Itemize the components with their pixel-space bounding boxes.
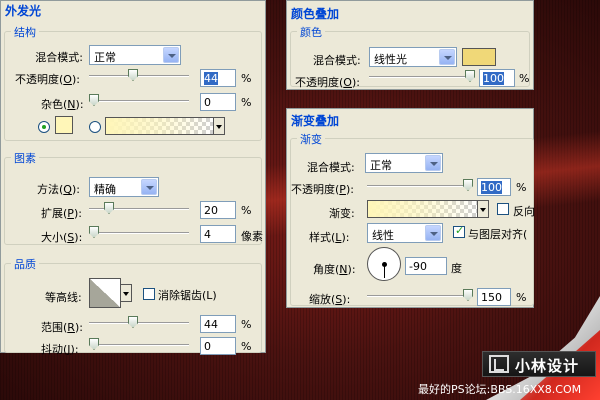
slider-thumb[interactable] [463,179,473,191]
unit-percent: % [519,72,530,85]
reverse-checkbox[interactable] [497,203,509,215]
size-slider[interactable] [89,225,189,241]
outer-glow-title: 外发光 [5,4,42,18]
size-label: 大小(S): [41,231,83,244]
blend-mode-select[interactable]: 线性光 [369,47,457,67]
spread-slider[interactable] [89,201,189,217]
slider-thumb[interactable] [89,94,99,106]
gradient-label: 渐变: [329,207,355,220]
scale-slider[interactable] [367,288,473,304]
solid-color-radio[interactable] [38,121,50,133]
chevron-down-icon [141,179,157,195]
logo-box: 小林设计 [482,351,596,377]
chevron-down-icon[interactable] [477,200,489,218]
jitter-label: 抖动(J): [41,343,79,356]
jitter-input[interactable]: 0 [200,337,236,355]
gradient-overlay-panel: 渐变叠加 渐变 混合模式: 正常 不透明度(P): 100 % 渐变: 反向 样… [286,108,535,308]
opacity-input[interactable]: 100 [477,178,511,196]
chevron-down-icon [425,225,441,241]
blend-mode-select[interactable]: 正常 [365,153,443,173]
blend-mode-label: 混合模式: [35,51,83,64]
chevron-down-icon [425,155,441,171]
blend-mode-label: 混合模式: [313,54,361,67]
size-input[interactable]: 4 [200,225,236,243]
chevron-down-icon [163,47,179,63]
style-label: 样式(L): [309,231,350,244]
contour-label: 等高线: [45,291,82,304]
unit-pixels: 像素 [241,230,263,243]
blend-mode-label: 混合模式: [307,161,355,174]
range-slider[interactable] [89,315,189,331]
opacity-label: 不透明度(O): [15,73,80,86]
opacity-label: 不透明度(O): [295,76,360,89]
slider-thumb[interactable] [89,226,99,238]
slider-thumb[interactable] [463,289,473,301]
opacity-input[interactable]: 44 [200,69,236,87]
color-overlay-title: 颜色叠加 [291,7,340,21]
anti-alias-checkbox[interactable] [143,288,155,300]
chevron-down-icon[interactable] [213,117,225,135]
unit-percent: % [241,96,252,109]
angle-dial[interactable] [367,247,401,281]
align-with-layer-label: 与图层对齐( [468,228,528,241]
unit-percent: % [241,72,252,85]
spread-input[interactable]: 20 [200,201,236,219]
color-overlay-panel: 颜色叠加 颜色 混合模式: 线性光 不透明度(O): 100 % [286,0,534,90]
gradient-group-title: 渐变 [297,131,325,147]
contour-preview[interactable] [89,278,121,308]
structure-title: 结构 [11,24,39,40]
unit-percent: % [241,340,252,353]
anti-alias-label: 消除锯齿(L) [158,289,217,302]
outer-glow-panel: 外发光 结构 混合模式: 正常 不透明度(O): 44 % 杂色(N): 0 %… [0,0,266,356]
scale-label: 缩放(S): [309,293,351,306]
glow-color-swatch[interactable] [55,116,73,134]
slider-thumb[interactable] [465,70,475,82]
overlay-color-swatch[interactable] [462,48,496,66]
noise-input[interactable]: 0 [200,93,236,111]
gradient-bar[interactable] [367,200,479,218]
scale-input[interactable]: 150 [477,288,511,306]
style-select[interactable]: 线性 [367,223,443,243]
opacity-input[interactable]: 100 [479,69,515,87]
method-label: 方法(Q): [37,183,80,196]
unit-percent: % [241,318,252,331]
noise-slider[interactable] [89,93,189,109]
gradient-overlay-title: 渐变叠加 [291,114,340,128]
unit-percent: % [516,181,527,194]
chevron-down-icon[interactable] [120,284,132,302]
unit-percent: % [516,291,527,304]
elements-title: 图素 [11,150,39,166]
logo-text: 小林设计 [515,357,580,375]
glow-gradient-bar[interactable] [105,117,215,135]
jitter-slider[interactable] [89,337,189,353]
unit-percent: % [241,204,252,217]
opacity-label: 不透明度(P): [291,183,354,196]
unit-degrees: 度 [451,262,462,275]
reverse-label: 反向 [513,205,535,218]
slider-thumb[interactable] [104,202,114,214]
align-with-layer-checkbox[interactable] [453,224,465,238]
slider-thumb[interactable] [128,316,138,328]
opacity-slider[interactable] [369,69,475,85]
method-select[interactable]: 精确 [89,177,159,197]
color-group-title: 颜色 [297,24,325,40]
quality-title: 品质 [11,256,39,272]
angle-label: 角度(N): [313,263,356,276]
blend-mode-select[interactable]: 正常 [89,45,181,65]
opacity-slider[interactable] [367,178,473,194]
noise-label: 杂色(N): [41,98,84,111]
slider-thumb[interactable] [128,69,138,81]
range-label: 范围(R): [41,321,83,334]
opacity-slider[interactable] [89,68,189,84]
range-input[interactable]: 44 [200,315,236,333]
gradient-radio[interactable] [89,121,101,133]
spread-label: 扩展(P): [41,207,82,220]
slider-thumb[interactable] [89,338,99,350]
angle-input[interactable]: -90 [405,257,447,275]
logo-icon [489,355,509,373]
chevron-down-icon [439,49,455,65]
forum-footer: 最好的PS论坛:BBS.16XX8.COM [418,383,582,396]
